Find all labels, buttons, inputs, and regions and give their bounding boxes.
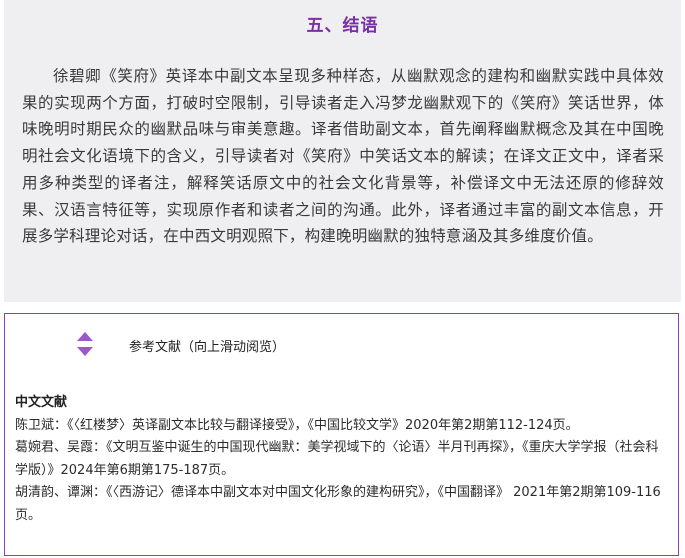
references-header: 参考文献（向上滑动阅览）: [129, 340, 286, 355]
reference-category: 中文文献: [15, 395, 68, 410]
scroll-updown-icon: [76, 332, 94, 358]
reference-item: 葛婉君、吴霞：《文明互鉴中诞生的中国现代幽默：美学视域下的〈论语〉半月刊再探》，…: [15, 440, 659, 478]
references-box[interactable]: 参考文献（向上滑动阅览） 中文文献 陈卫斌：《〈红楼梦〉英译副文本比较与翻译接受…: [4, 313, 679, 556]
section-title: 五、结语: [306, 16, 379, 36]
conclusion-paragraph: 徐碧卿《笑府》英译本中副文本呈现多种样态，从幽默观念的建构和幽默实践中具体效果的…: [22, 67, 664, 246]
conclusion-section: 五、结语 徐碧卿《笑府》英译本中副文本呈现多种样态，从幽默观念的建构和幽默实践中…: [4, 0, 681, 302]
reference-item: 陈卫斌：《〈红楼梦〉英译副文本比较与翻译接受》，《中国比较文学》2020年第2期…: [15, 417, 579, 433]
reference-list: 中文文献 陈卫斌：《〈红楼梦〉英译副文本比较与翻译接受》，《中国比较文学》202…: [15, 392, 665, 528]
reference-item: 胡清韵、谭渊：《〈西游记〉德译本中副文本对中国文化形象的建构研究》，《中国翻译》…: [15, 485, 661, 523]
